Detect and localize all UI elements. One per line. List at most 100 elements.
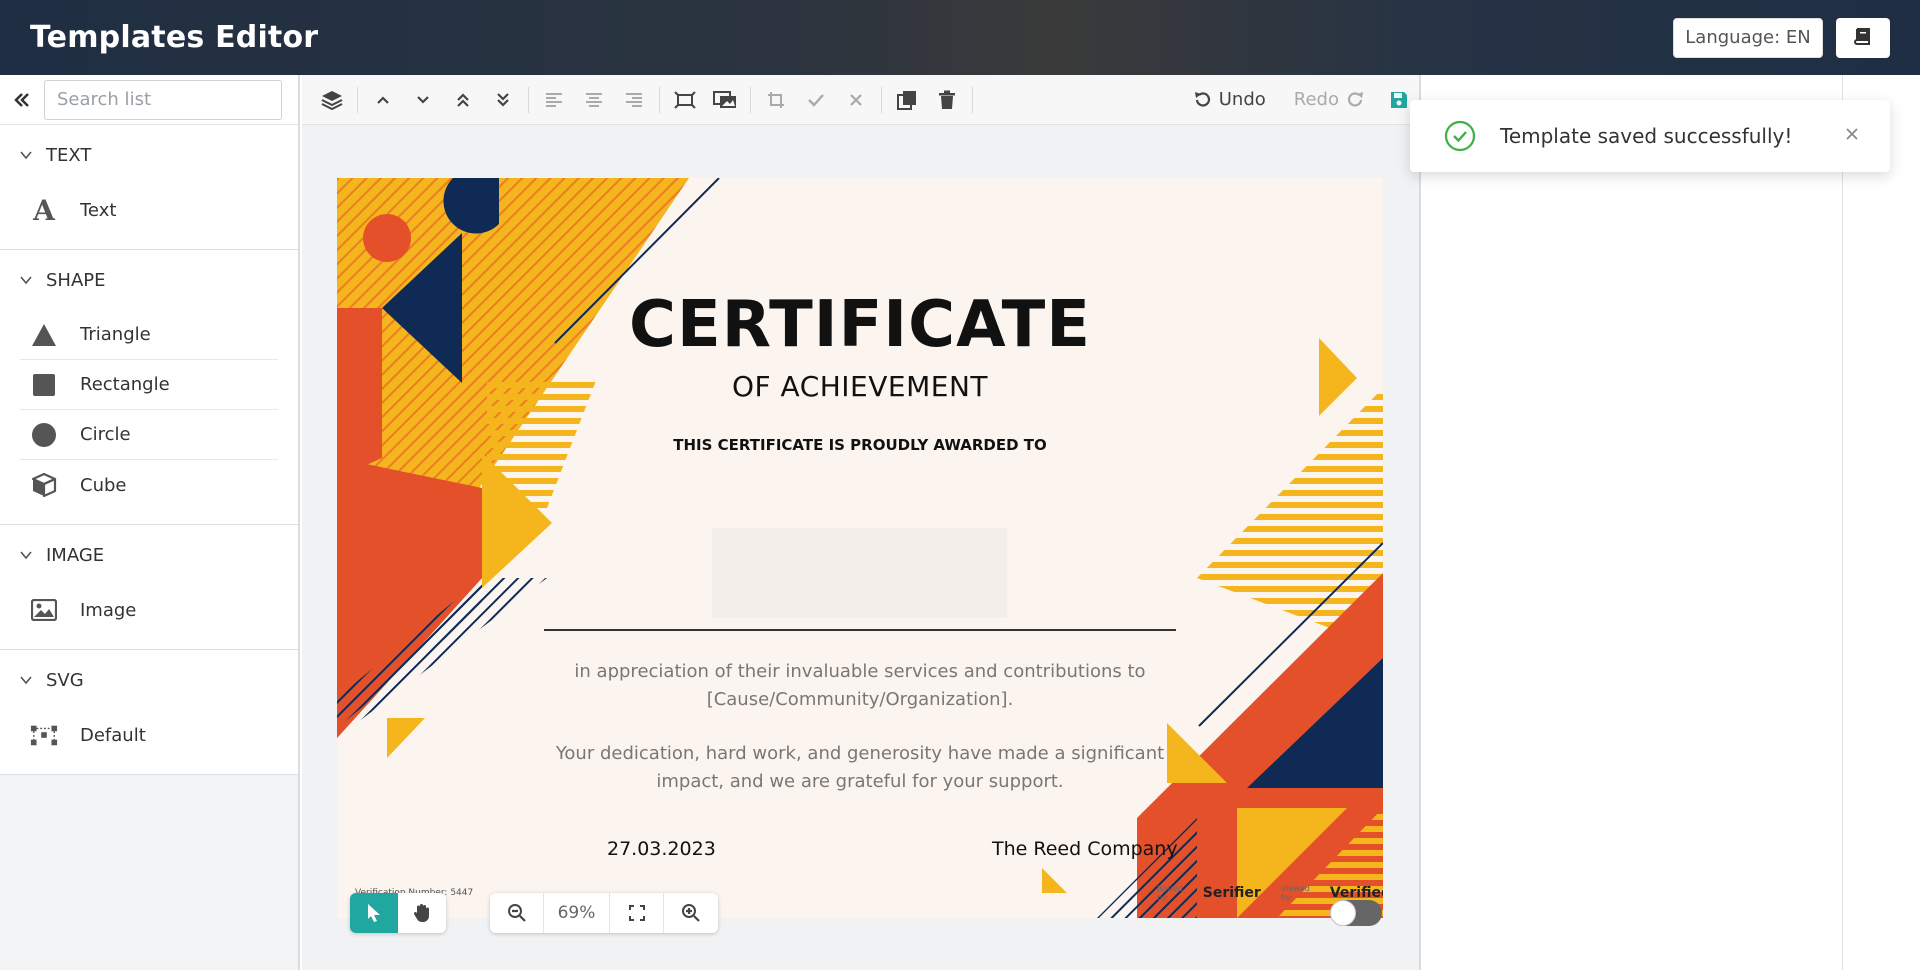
images-icon — [713, 90, 736, 108]
bring-to-front-button[interactable] — [443, 80, 483, 120]
layers-button[interactable] — [312, 80, 352, 120]
redo-icon — [1347, 91, 1363, 107]
chevron-down-icon — [20, 276, 32, 285]
section-header-text[interactable]: TEXT — [0, 125, 298, 185]
fit-screen-button[interactable] — [610, 893, 664, 933]
align-left-icon — [546, 92, 562, 107]
undo-icon — [1194, 91, 1210, 107]
canvas-area[interactable]: CERTIFICATE OF ACHIEVEMENT THIS CERTIFIC… — [302, 125, 1419, 970]
element-item-image[interactable]: Image — [20, 585, 278, 635]
element-item-label: Text — [80, 199, 117, 221]
move-down-button[interactable] — [403, 80, 443, 120]
align-right-button[interactable] — [614, 80, 654, 120]
certificate-body-line[interactable]: impact, and we are grateful for your sup… — [337, 768, 1383, 796]
redo-label: Redo — [1293, 89, 1339, 110]
chevron-down-icon — [417, 95, 429, 104]
select-mode-button[interactable] — [350, 893, 398, 933]
header-actions: Language: EN — [1673, 17, 1890, 58]
recipient-name-placeholder[interactable] — [712, 528, 1007, 618]
elements-panel-top — [0, 75, 298, 125]
certificate-awarded-text[interactable]: THIS CERTIFICATE IS PROUDLY AWARDED TO — [337, 436, 1383, 454]
issued-by-label: Issued by: — [1157, 884, 1183, 902]
certificate-company[interactable]: The Reed Company — [992, 838, 1178, 860]
text-icon: A — [30, 196, 58, 224]
certificate-title[interactable]: CERTIFICATE — [337, 288, 1383, 362]
undo-button[interactable]: Undo — [1179, 80, 1280, 120]
expand-icon — [628, 905, 645, 921]
right-sidebar-strip — [1842, 75, 1920, 970]
app-header: Templates Editor Language: EN — [0, 0, 1920, 75]
search-input[interactable] — [44, 79, 282, 120]
close-icon — [1846, 128, 1858, 140]
confirm-crop-button[interactable] — [796, 80, 836, 120]
double-chevron-up-icon — [457, 92, 469, 107]
toolbar-divider — [972, 86, 973, 113]
certificate-template[interactable]: CERTIFICATE OF ACHIEVEMENT THIS CERTIFIC… — [337, 178, 1383, 918]
delete-button[interactable] — [927, 80, 967, 120]
element-item-label: Triangle — [80, 324, 151, 345]
zoom-out-button[interactable] — [490, 893, 544, 933]
section-header-shape[interactable]: SHAPE — [0, 250, 298, 310]
toolbar-divider — [528, 86, 529, 113]
align-left-button[interactable] — [534, 80, 574, 120]
toolbar-divider — [750, 86, 751, 113]
crop-button[interactable] — [756, 80, 796, 120]
undo-label: Undo — [1218, 89, 1266, 110]
certificate-body-line[interactable]: in appreciation of their invaluable serv… — [337, 658, 1383, 686]
element-item-rectangle[interactable]: Rectangle — [20, 360, 278, 410]
zoom-level: 69% — [544, 893, 610, 933]
toolbar-divider — [881, 86, 882, 113]
section-title: IMAGE — [46, 544, 105, 566]
replace-image-button[interactable] — [705, 80, 745, 120]
elements-panel: TEXT A Text SHAPE Triangle — [0, 75, 300, 970]
app-title: Templates Editor — [30, 20, 319, 55]
align-center-button[interactable] — [574, 80, 614, 120]
element-item-circle[interactable]: Circle — [20, 410, 278, 460]
duplicate-button[interactable] — [887, 80, 927, 120]
triangle-icon — [30, 321, 58, 349]
name-underline[interactable] — [544, 629, 1176, 631]
fit-object-button[interactable] — [665, 80, 705, 120]
toggle-knob — [1330, 900, 1356, 926]
toast-close-button[interactable] — [1840, 122, 1864, 146]
toolbar-divider — [659, 86, 660, 113]
crop-icon — [768, 91, 784, 108]
cancel-crop-button[interactable] — [836, 80, 876, 120]
certificate-subtitle[interactable]: OF ACHIEVEMENT — [337, 370, 1383, 403]
collapse-panel-button[interactable] — [0, 75, 44, 125]
section-title: SVG — [46, 669, 84, 691]
certificate-body-line[interactable]: Your dedication, hard work, and generosi… — [337, 740, 1383, 768]
redo-button[interactable]: Redo — [1280, 80, 1379, 120]
cursor-arrow-icon — [368, 904, 380, 922]
zoom-in-button[interactable] — [664, 893, 718, 933]
element-item-cube[interactable]: Cube — [20, 460, 278, 510]
language-button[interactable]: Language: EN — [1673, 17, 1823, 58]
floppy-disk-icon — [1391, 91, 1407, 108]
copy-icon — [897, 90, 916, 110]
element-item-triangle[interactable]: Triangle — [20, 310, 278, 360]
section-header-image[interactable]: IMAGE — [0, 525, 298, 585]
check-icon — [808, 93, 824, 107]
double-chevron-left-icon — [14, 92, 29, 107]
chevron-up-icon — [377, 95, 389, 104]
double-chevron-down-icon — [497, 92, 509, 107]
element-item-text[interactable]: A Text — [20, 185, 278, 235]
element-item-default-svg[interactable]: Default — [20, 710, 278, 760]
pan-mode-button[interactable] — [398, 893, 446, 933]
section-header-svg[interactable]: SVG — [0, 650, 298, 710]
preview-toggle[interactable] — [1330, 900, 1382, 926]
element-item-label: Default — [80, 724, 146, 746]
section-title: TEXT — [46, 144, 92, 166]
issuer-logo: Serifier — [1202, 885, 1261, 901]
certificate-date[interactable]: 27.03.2023 — [607, 838, 716, 860]
section-svg: SVG Default — [0, 650, 298, 775]
send-to-back-button[interactable] — [483, 80, 523, 120]
move-up-button[interactable] — [363, 80, 403, 120]
docs-button[interactable] — [1836, 17, 1890, 58]
certificate-body-line[interactable]: [Cause/Community/Organization]. — [337, 686, 1383, 714]
image-icon — [30, 596, 58, 624]
canvas-mode-group — [350, 893, 446, 933]
rectangle-icon — [30, 371, 58, 399]
zoom-in-icon — [682, 904, 700, 922]
svg-text:A: A — [32, 197, 56, 223]
